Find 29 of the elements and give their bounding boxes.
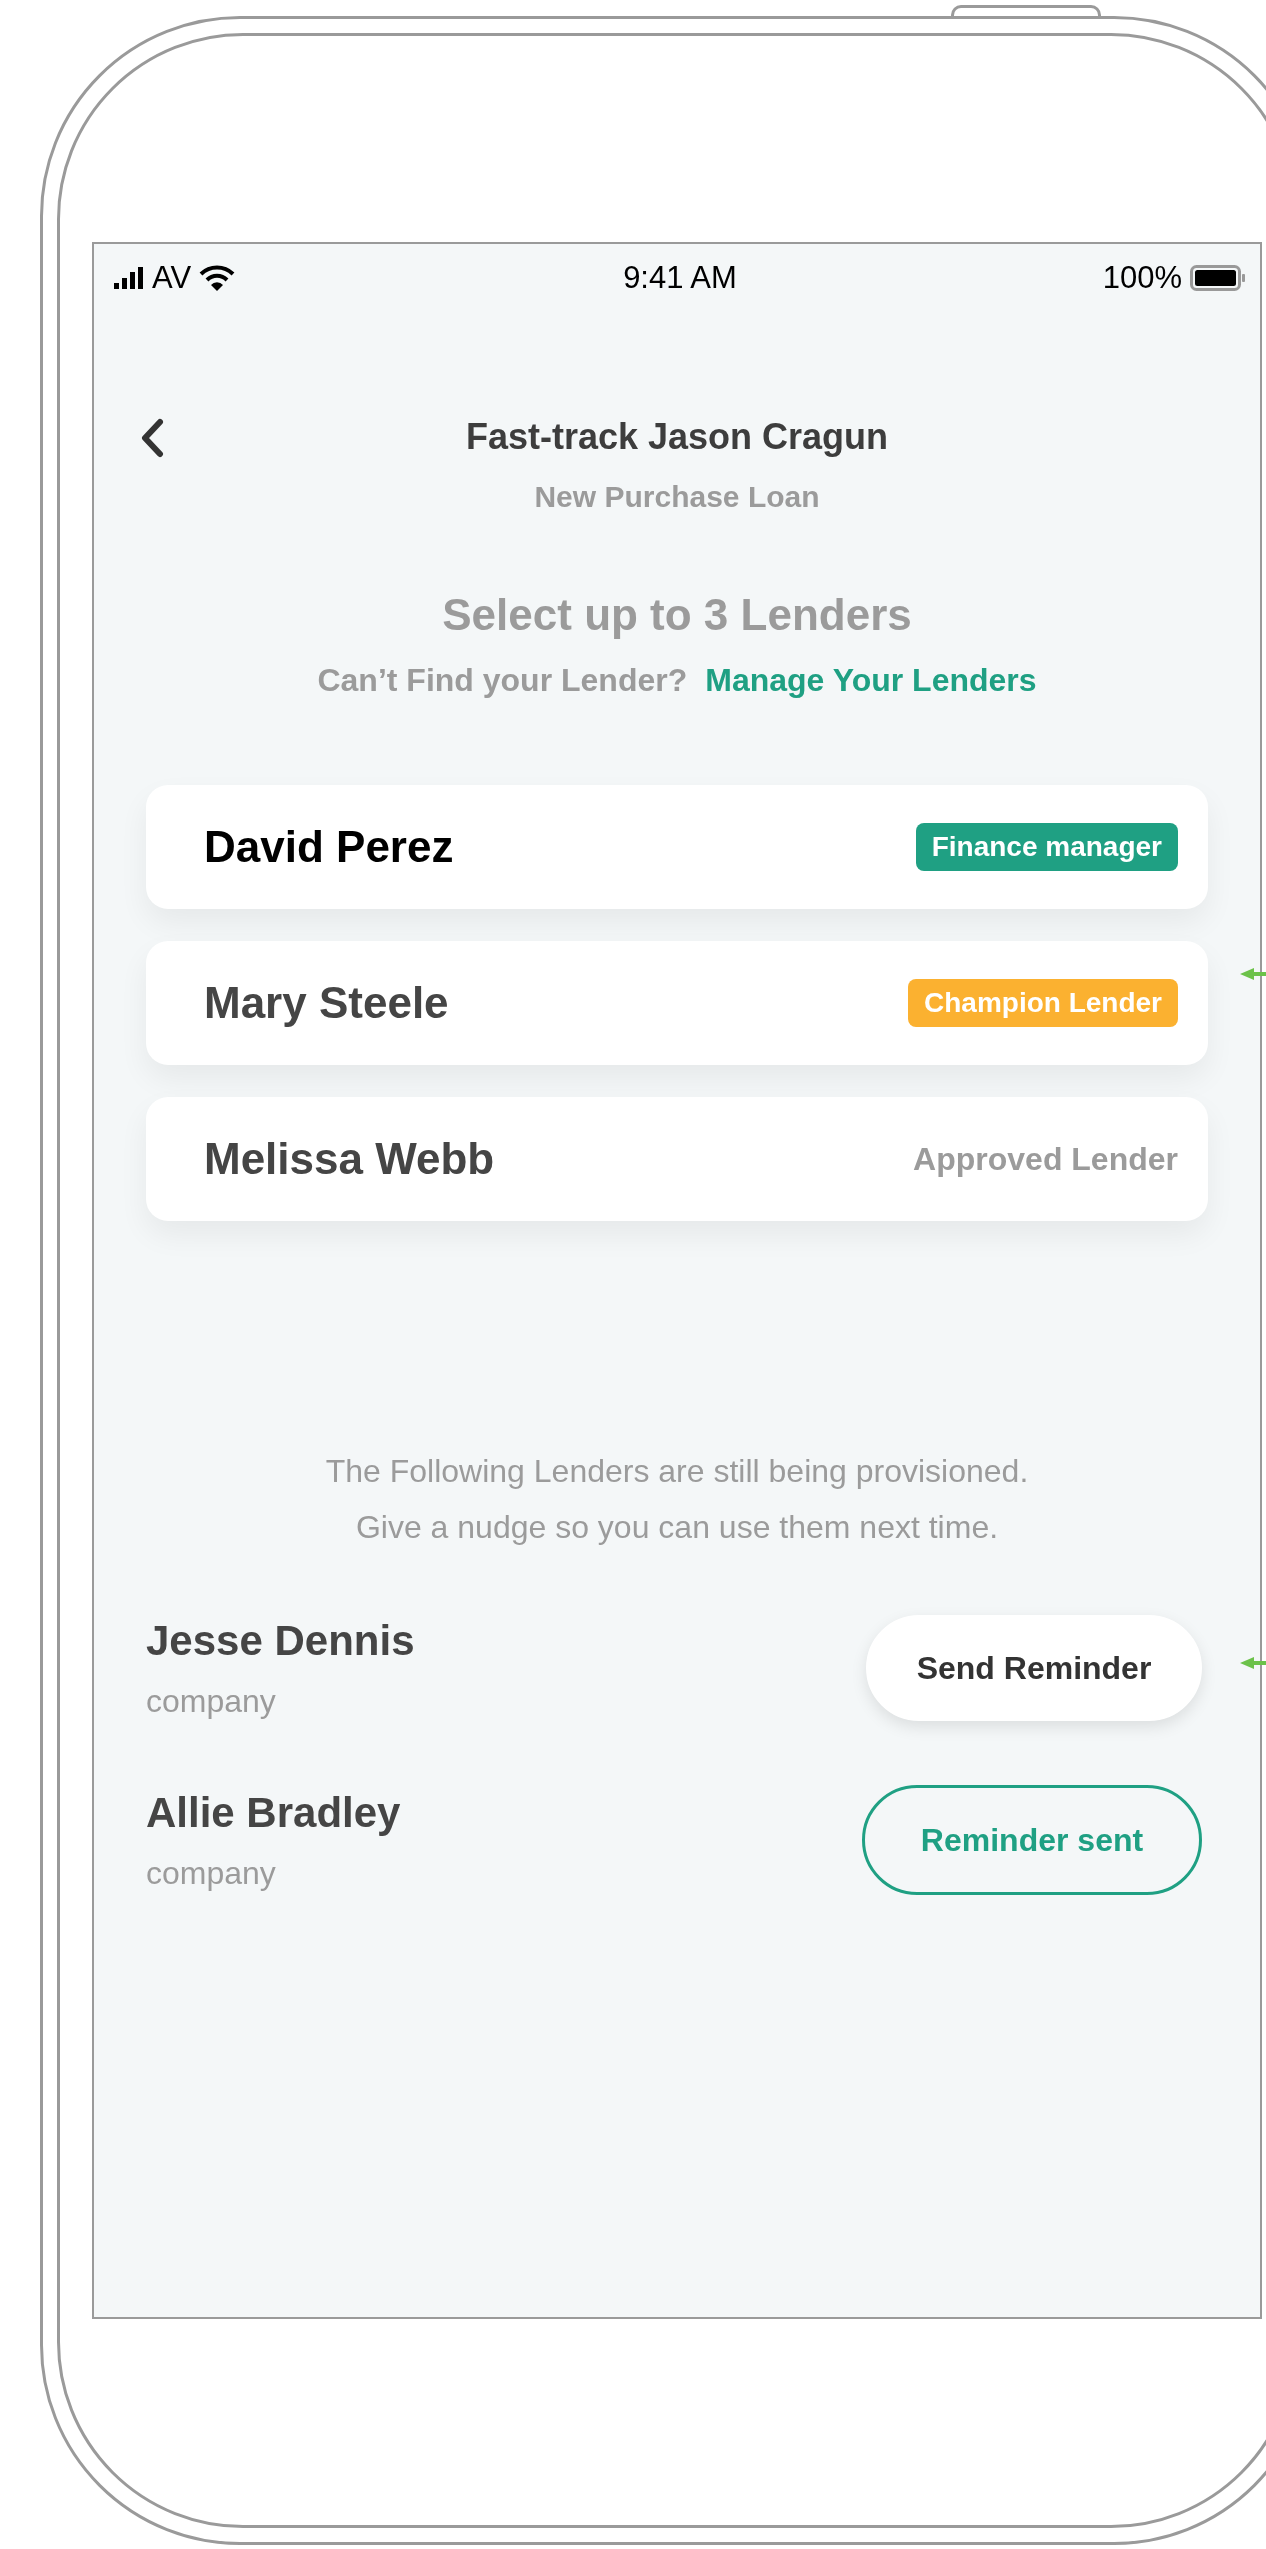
section-heading: Select up to 3 Lenders bbox=[441, 590, 913, 640]
lender-name: Melissa Webb bbox=[204, 1134, 495, 1184]
lender-name: Allie Bradley bbox=[146, 1788, 401, 1837]
info-text: The Following Lenders are still being provisioned. bbox=[324, 1452, 1030, 1491]
company-label: company bbox=[146, 1682, 277, 1720]
company-label: company bbox=[146, 1854, 277, 1892]
role-badge: Champion Lender bbox=[908, 979, 1178, 1027]
role-label: Approved Lender bbox=[913, 1140, 1178, 1178]
arrow-icon bbox=[1240, 968, 1266, 980]
lender-card[interactable]: David Perez Finance manager bbox=[146, 785, 1208, 909]
clock-time: 9:41 AM bbox=[623, 260, 737, 296]
carrier-text: AV bbox=[152, 260, 192, 296]
wifi-icon bbox=[199, 264, 236, 292]
lender-card[interactable]: Mary Steele Champion Lender bbox=[146, 941, 1208, 1065]
signal-icon bbox=[114, 267, 144, 289]
role-badge: Finance manager bbox=[915, 823, 1178, 871]
send-reminder-button[interactable]: Send Reminder bbox=[866, 1615, 1202, 1721]
lender-name: Jesse Dennis bbox=[146, 1616, 415, 1665]
page-title: Fast-track Jason Cragun bbox=[465, 416, 889, 458]
arrow-icon bbox=[1240, 1657, 1266, 1669]
lender-name: David Perez bbox=[204, 822, 454, 872]
battery-percent: 100% bbox=[1102, 260, 1182, 296]
back-chevron-icon[interactable] bbox=[140, 418, 164, 458]
page-subtitle: New Purchase Loan bbox=[533, 480, 821, 514]
prompt-text: Can’t Find your Lender? bbox=[317, 662, 688, 699]
battery-icon bbox=[1190, 265, 1246, 291]
lender-card[interactable]: Melissa Webb Approved Lender bbox=[146, 1097, 1208, 1221]
lender-name: Mary Steele bbox=[204, 978, 449, 1028]
info-text: Give a nudge so you can use them next time. bbox=[354, 1508, 1000, 1547]
